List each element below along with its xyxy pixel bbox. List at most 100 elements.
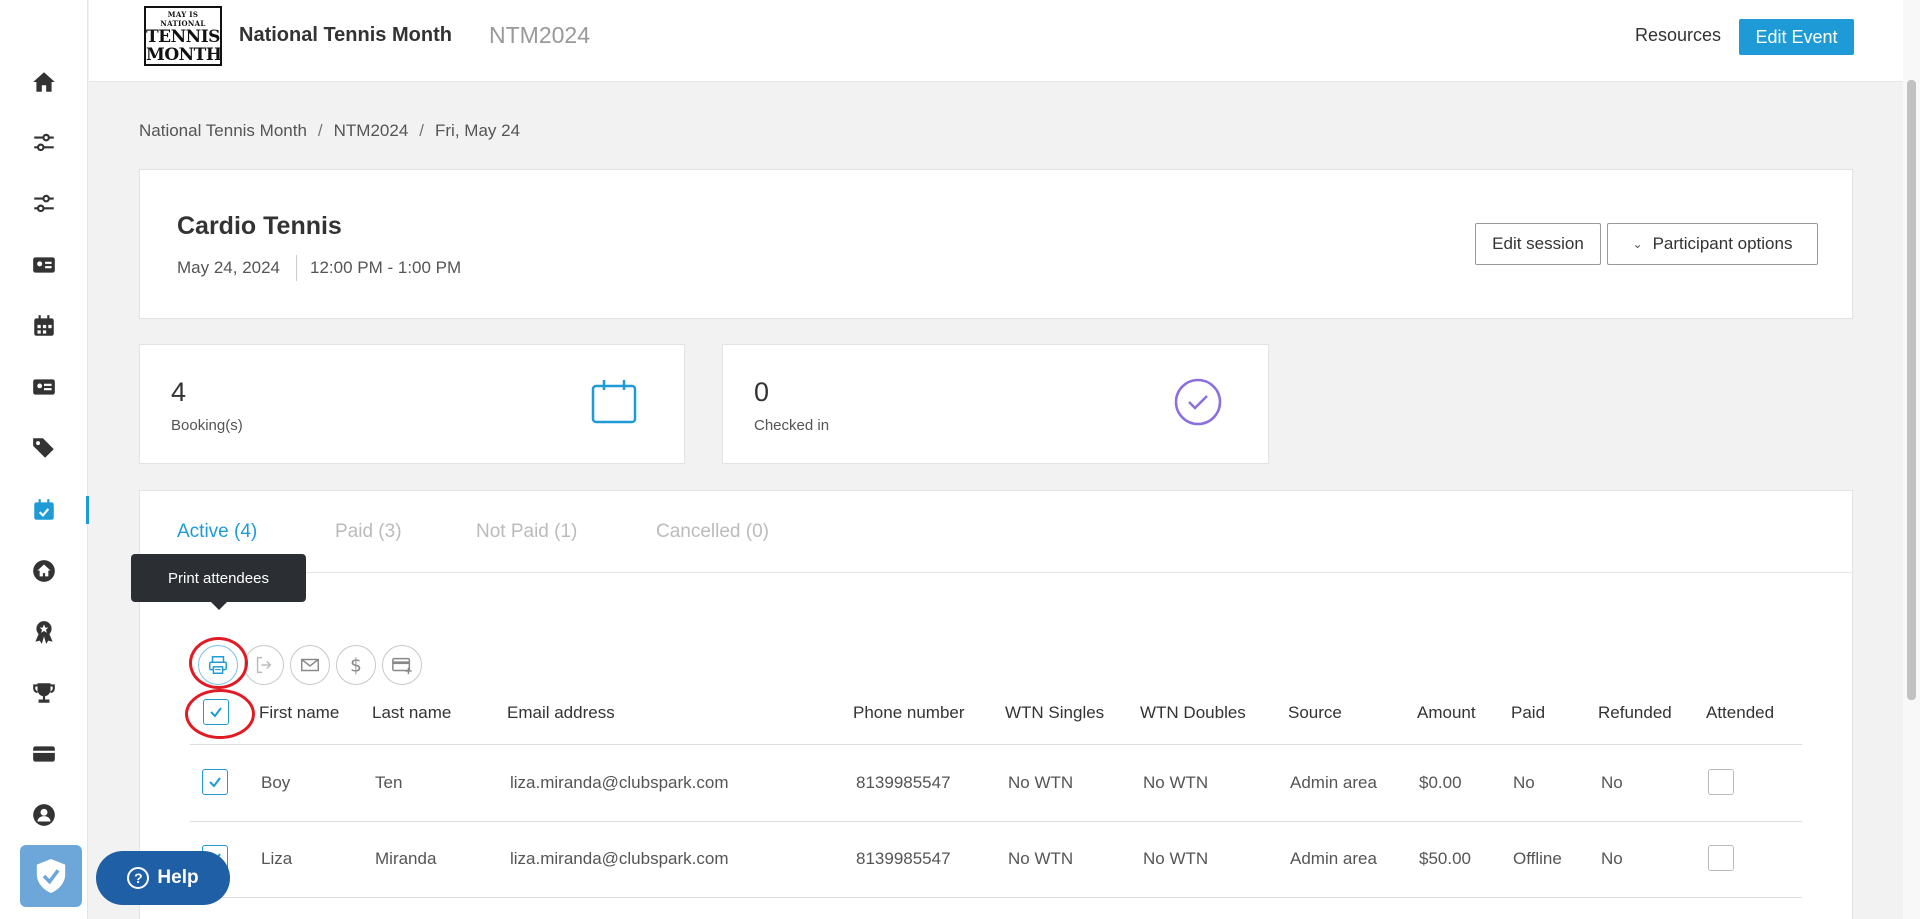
home-icon [33, 72, 55, 92]
logo-tagline: MAY IS NATIONAL [160, 10, 206, 28]
session-card: Cardio Tennis May 24, 2024 12:00 PM - 1:… [139, 169, 1853, 319]
checked-in-stat-card: 0 Checked in [722, 344, 1269, 464]
sidebar-item-venue[interactable] [0, 543, 88, 599]
cell-amount: $0.00 [1419, 773, 1462, 792]
dollar-icon: $ [350, 655, 362, 676]
tab-not-paid[interactable]: Not Paid (1) [476, 521, 577, 543]
chevron-down-icon: ⌄ [1632, 237, 1643, 251]
divider [296, 255, 297, 281]
column-header-email[interactable]: Email address [507, 703, 615, 723]
print-attendees-tooltip: Print attendees [131, 554, 306, 610]
question-icon: ? [127, 867, 150, 889]
participant-tabs: Active (4) Paid (3) Not Paid (1) Cancell… [140, 491, 1852, 573]
row-select-checkbox[interactable] [202, 769, 228, 795]
table-header-divider [190, 744, 1802, 745]
cell-email: liza.miranda@clubspark.com [510, 849, 729, 868]
cell-refunded: No [1601, 773, 1623, 792]
sidebar-item-calendar[interactable] [0, 298, 88, 354]
select-all-checkbox[interactable] [203, 699, 229, 725]
column-header-paid[interactable]: Paid [1511, 703, 1545, 723]
row-divider [190, 821, 1802, 822]
check-circle-icon [1174, 378, 1222, 426]
cell-last-name: Miranda [375, 849, 437, 868]
column-header-refunded[interactable]: Refunded [1598, 703, 1672, 723]
email-icon [301, 658, 319, 672]
help-button[interactable]: ? Help [96, 851, 230, 905]
award-icon [35, 621, 53, 644]
column-header-wtn-doubles[interactable]: WTN Doubles [1140, 703, 1246, 723]
house-circle-icon [33, 560, 55, 582]
sidebar-item-payments[interactable] [0, 726, 88, 782]
check-out-button[interactable] [244, 645, 284, 685]
top-header: MAY IS NATIONAL TENNIS MONTH National Te… [89, 0, 1903, 82]
attended-checkbox[interactable] [1708, 845, 1734, 871]
sign-out-icon [256, 656, 272, 674]
column-header-phone[interactable]: Phone number [853, 703, 965, 723]
participant-options-button[interactable]: ⌄ Participant options [1607, 223, 1818, 265]
tab-cancelled[interactable]: Cancelled (0) [656, 521, 769, 543]
attended-checkbox[interactable] [1708, 769, 1734, 795]
page-scrollbar[interactable] [1903, 0, 1920, 919]
column-header-last-name[interactable]: Last name [372, 703, 451, 723]
logo-line-1: TENNIS [146, 27, 220, 47]
cell-refunded: No [1601, 849, 1623, 868]
email-attendees-button[interactable] [290, 645, 330, 685]
column-header-source[interactable]: Source [1288, 703, 1342, 723]
cell-wtn-doubles: No WTN [1143, 849, 1209, 868]
calendar-check-icon [34, 499, 54, 520]
checked-in-count: 0 [754, 377, 770, 407]
scrollbar-thumb[interactable] [1907, 80, 1916, 700]
sidebar-item-coaching[interactable] [0, 604, 88, 660]
cell-source: Admin area [1290, 849, 1377, 868]
participant-options-label: Participant options [1652, 234, 1793, 253]
breadcrumb-separator: / [317, 121, 323, 140]
sidebar-item-settings-1[interactable] [0, 115, 88, 171]
column-header-first-name[interactable]: First name [259, 703, 339, 723]
column-header-attended[interactable]: Attended [1706, 703, 1774, 723]
privacy-shield-button[interactable] [20, 845, 82, 907]
print-attendees-button[interactable] [198, 645, 238, 685]
cell-last-name: Ten [375, 773, 403, 792]
add-payment-button[interactable] [382, 645, 422, 685]
checkmark-icon [209, 777, 221, 788]
sidebar-item-offers[interactable] [0, 420, 88, 476]
sidebar-item-contacts[interactable] [0, 237, 88, 293]
id-card-icon [33, 379, 55, 395]
sidebar-item-account[interactable] [0, 787, 88, 843]
mark-paid-button[interactable]: $ [336, 645, 376, 685]
session-time: 12:00 PM - 1:00 PM [310, 258, 462, 277]
sliders-icon [34, 194, 54, 213]
cell-phone: 8139985547 [856, 849, 951, 868]
sidebar-item-settings-2[interactable] [0, 176, 88, 232]
column-header-wtn-singles[interactable]: WTN Singles [1005, 703, 1104, 723]
trophy-icon [33, 683, 55, 703]
cell-phone: 8139985547 [856, 773, 951, 792]
resources-link[interactable]: Resources [1635, 25, 1721, 46]
cell-wtn-singles: No WTN [1008, 773, 1074, 792]
column-header-amount[interactable]: Amount [1417, 703, 1476, 723]
cell-wtn-doubles: No WTN [1143, 773, 1209, 792]
sidebar-item-competitions[interactable] [0, 665, 88, 721]
sidebar-item-events[interactable] [0, 482, 89, 538]
cell-amount: $50.00 [1419, 849, 1471, 868]
sidebar-item-membership[interactable] [0, 359, 88, 415]
tags-icon [33, 438, 54, 458]
cell-first-name: Liza [261, 849, 293, 868]
breadcrumb: National Tennis Month / NTM2024 / Fri, May 2… [139, 121, 520, 141]
event-logo: MAY IS NATIONAL TENNIS MONTH [144, 6, 222, 66]
breadcrumb-item-code[interactable]: NTM2024 [334, 121, 409, 140]
cell-wtn-singles: No WTN [1008, 849, 1074, 868]
edit-session-button[interactable]: Edit session [1475, 223, 1601, 265]
session-title: Cardio Tennis [177, 212, 342, 240]
tab-paid[interactable]: Paid (3) [335, 521, 402, 543]
checked-in-label: Checked in [754, 417, 830, 434]
tab-active[interactable]: Active (4) [177, 521, 257, 543]
sidebar-item-home[interactable] [0, 54, 88, 110]
logo-line-2: MONTH [146, 45, 222, 65]
edit-event-button[interactable]: Edit Event [1739, 19, 1854, 55]
event-name: National Tennis Month [239, 24, 452, 46]
checkmark-icon [210, 707, 222, 718]
breadcrumb-item-event[interactable]: National Tennis Month [139, 121, 307, 140]
breadcrumb-item-date: Fri, May 24 [435, 121, 521, 140]
event-code: NTM2024 [489, 22, 590, 48]
